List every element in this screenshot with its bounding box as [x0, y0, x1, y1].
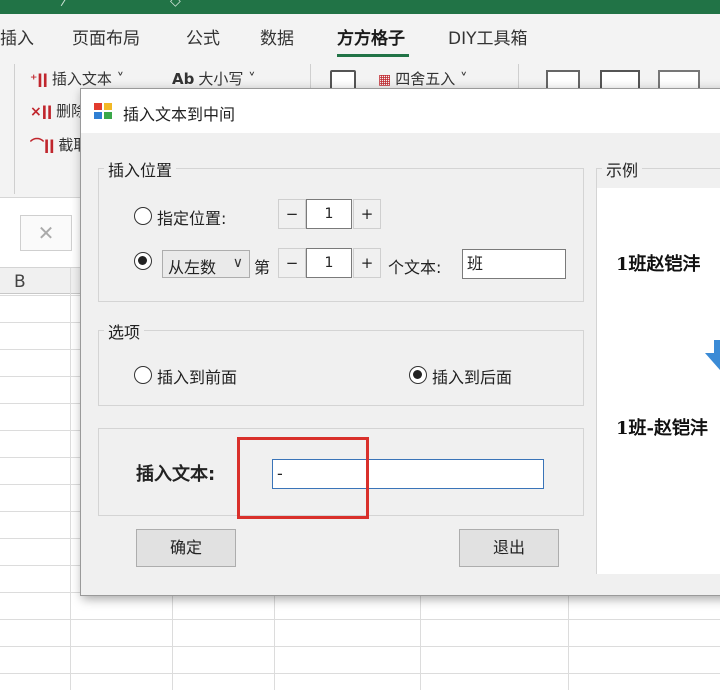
dialog-title-bar: 插入文本到中间 — [81, 89, 720, 133]
nth-plus-button[interactable]: + — [353, 248, 381, 278]
specified-position-minus-button[interactable]: − — [278, 199, 306, 229]
highlight-box — [237, 437, 369, 519]
cancel-formula-icon[interactable]: ✕ — [20, 215, 72, 251]
case-label: 大小写 ˅ — [198, 70, 256, 88]
round-button[interactable]: ▦ 四舍五入 ˅ — [378, 68, 468, 89]
ribbon-separator — [14, 64, 15, 194]
ok-button[interactable]: 确定 — [136, 529, 236, 567]
nth-label: 第 — [254, 258, 271, 277]
insert-text-icon: ⁺ǀǀ — [30, 72, 48, 88]
insert-text-label: 插入文本 ˅ — [51, 70, 125, 88]
text-label: 个文本: — [388, 258, 442, 277]
title-bar-glyph: 〉 — [60, 0, 74, 9]
insert-after-radio[interactable] — [409, 366, 427, 384]
tab-page-layout[interactable]: 页面布局 — [72, 24, 140, 49]
round-label: 四舍五入 ˅ — [395, 70, 468, 88]
specified-position-label: 指定位置: — [157, 209, 227, 228]
insert-after-label: 插入到后面 — [432, 368, 513, 387]
options-group-label: 选项 — [104, 319, 145, 343]
exit-button[interactable]: 退出 — [459, 529, 559, 567]
truncate-icon: ⌒ǀǀ — [30, 138, 55, 154]
case-button[interactable]: Ab 大小写 ˅ — [172, 68, 256, 89]
arrow-down-icon — [705, 340, 720, 370]
insert-position-group — [98, 168, 584, 302]
column-header-b[interactable]: B — [14, 272, 26, 292]
example-group-label: 示例 — [602, 157, 643, 181]
delete-icon: ×ǀǀ — [30, 104, 53, 120]
round-icon: ▦ — [378, 72, 392, 88]
example-panel — [597, 188, 720, 574]
tab-diy-toolbox[interactable]: DIY工具箱 — [448, 24, 528, 49]
direction-dropdown-value: 从左数 — [168, 258, 217, 277]
example-before-text: 1班赵铠沣 — [616, 254, 701, 275]
reference-text-input[interactable]: 班 — [462, 249, 566, 279]
example-after-text: 1班-赵铠沣 — [616, 418, 708, 439]
specified-position-value[interactable]: 1 — [306, 199, 352, 229]
insert-before-radio[interactable] — [134, 366, 152, 384]
insert-position-group-label: 插入位置 — [104, 157, 177, 181]
insert-text-button[interactable]: ⁺ǀǀ 插入文本 ˅ — [30, 68, 124, 89]
active-tab-underline — [337, 54, 409, 57]
grid-column-line — [70, 268, 71, 690]
tab-formulas[interactable]: 公式 — [186, 24, 220, 49]
dialog-title: 插入文本到中间 — [123, 105, 236, 124]
tab-data[interactable]: 数据 — [260, 24, 294, 49]
direction-radio[interactable] — [134, 252, 152, 270]
tab-fangfang[interactable]: 方方格子 — [337, 24, 405, 49]
insert-before-label: 插入到前面 — [157, 368, 238, 387]
ribbon-tabs: 插入 页面布局 公式 数据 方方格子 DIY工具箱 — [0, 14, 720, 58]
app-icon — [94, 103, 112, 119]
nth-minus-button[interactable]: − — [278, 248, 306, 278]
chevron-down-icon: ∨ — [232, 255, 243, 271]
nth-value[interactable]: 1 — [306, 248, 352, 278]
specified-position-radio[interactable] — [134, 207, 152, 225]
specified-position-plus-button[interactable]: + — [353, 199, 381, 229]
direction-dropdown[interactable]: 从左数 ∨ — [162, 250, 250, 278]
title-bar-glyph: ◇ — [170, 0, 181, 9]
excel-title-bar: 〉 ◇ — [0, 0, 720, 14]
case-icon: Ab — [172, 70, 195, 88]
delete-partial-button[interactable]: ×ǀǀ 删除 — [30, 100, 86, 121]
insert-text-label: 插入文本: — [136, 464, 216, 485]
tab-insert[interactable]: 插入 — [0, 24, 34, 49]
